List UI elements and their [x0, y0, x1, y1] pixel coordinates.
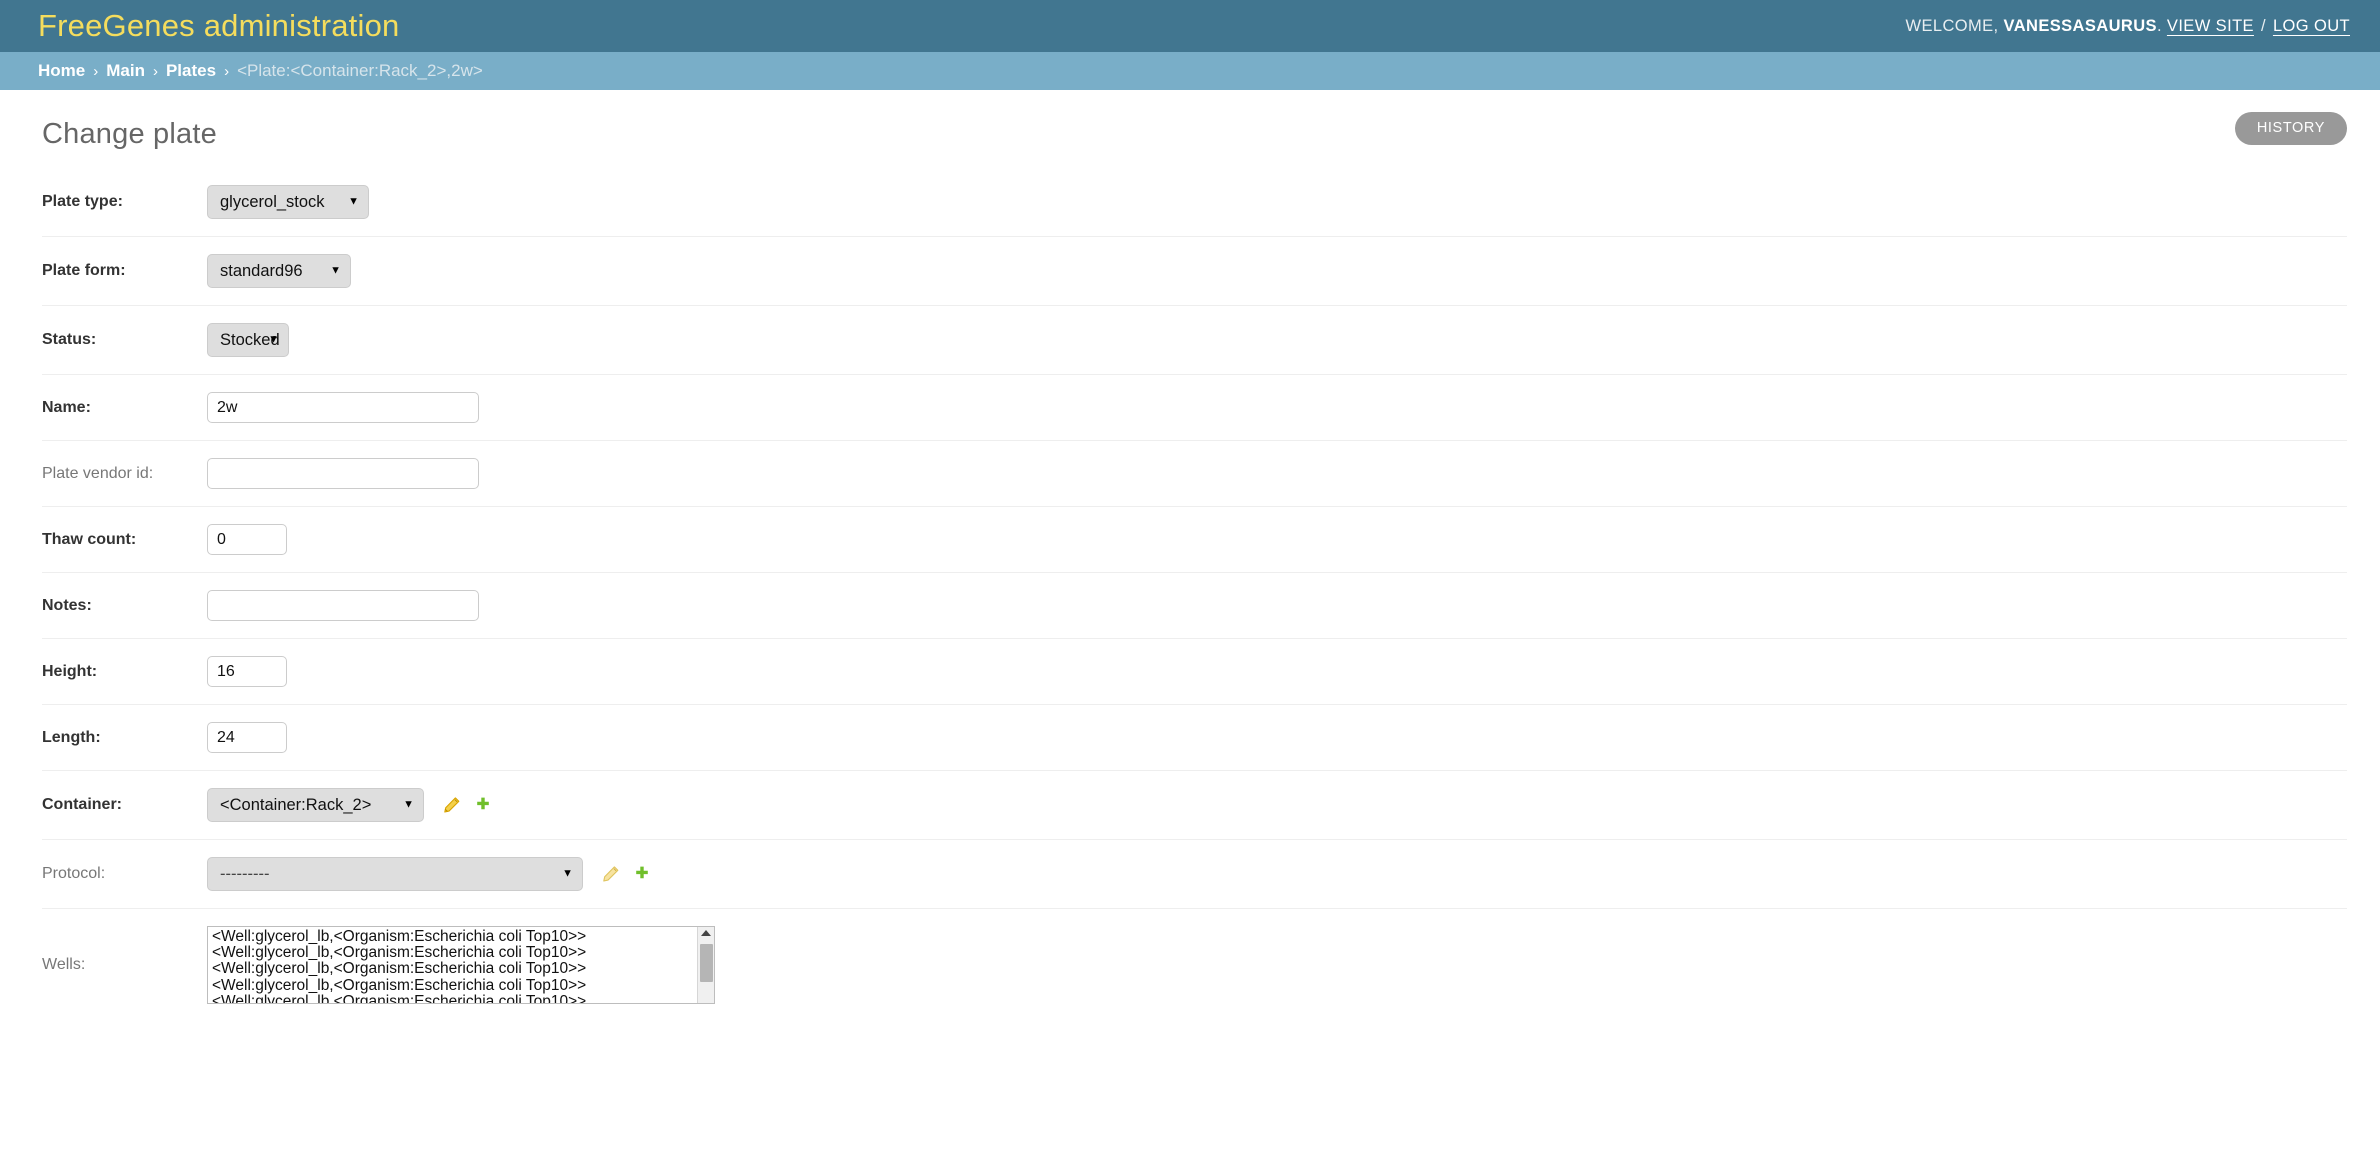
label-plate-type: Plate type: [42, 193, 123, 210]
form-row-wells: Wells: <Well:glycerol_lb,<Organism:Esche… [42, 909, 2347, 1021]
plus-add-icon[interactable] [632, 865, 651, 884]
change-plate-form: Plate type: glycerol_stock ▼ Plate form:… [0, 168, 2380, 1021]
username-label: VANESSASAURUS [2003, 16, 2157, 35]
breadcrumb: Home › Main › Plates › <Plate:<Container… [0, 52, 2380, 90]
label-protocol: Protocol: [42, 865, 106, 882]
label-notes: Notes: [42, 596, 92, 614]
list-item[interactable]: <Well:glycerol_lb,<Organism:Escherichia … [212, 928, 697, 945]
page-title: Change plate [42, 118, 217, 150]
breadcrumb-plates[interactable]: Plates [166, 61, 216, 81]
field-thaw-count [207, 524, 2347, 555]
breadcrumb-current: <Plate:<Container:Rack_2>,2w> [237, 61, 483, 80]
form-row-thaw-count: Thaw count: [42, 507, 2347, 573]
form-row-container: Container: <Container:Rack_2> ▼ [42, 771, 2347, 840]
status-select[interactable]: Stocked ▼ [207, 323, 289, 357]
pencil-edit-icon[interactable] [601, 865, 620, 884]
plate-type-value: glycerol_stock [220, 192, 325, 211]
breadcrumb-home[interactable]: Home [38, 61, 85, 81]
welcome-period: . [2156, 16, 2162, 35]
field-protocol: --------- ▼ [207, 857, 2347, 891]
field-notes [207, 590, 2347, 621]
scrollbar-thumb[interactable] [700, 944, 713, 982]
name-input[interactable] [207, 392, 479, 423]
length-input[interactable] [207, 722, 287, 753]
container-related-widget [442, 796, 492, 815]
breadcrumb-main[interactable]: Main [106, 61, 145, 81]
site-title: FreeGenes administration [38, 8, 400, 43]
plus-add-icon[interactable] [473, 796, 492, 815]
plate-form-value: standard96 [220, 261, 303, 280]
plate-form-select[interactable]: standard96 ▼ [207, 254, 351, 288]
chevron-down-icon: ▼ [268, 333, 279, 346]
plate-type-select[interactable]: glycerol_stock ▼ [207, 185, 369, 219]
protocol-value: --------- [220, 864, 270, 883]
pencil-edit-icon[interactable] [442, 796, 461, 815]
chevron-down-icon: ▼ [330, 264, 341, 277]
thaw-count-input[interactable] [207, 524, 287, 555]
form-row-plate-form: Plate form: standard96 ▼ [42, 237, 2347, 306]
form-row-plate-vendor-id: Plate vendor id: [42, 441, 2347, 507]
field-plate-type: glycerol_stock ▼ [207, 185, 2347, 219]
label-plate-vendor-id: Plate vendor id: [42, 464, 154, 482]
list-item[interactable]: <Well:glycerol_lb,<Organism:Escherichia … [212, 977, 697, 994]
form-row-length: Length: [42, 705, 2347, 771]
branding-bar: FreeGenes administration WELCOME, VANESS… [0, 0, 2380, 52]
container-value: <Container:Rack_2> [220, 795, 372, 814]
protocol-related-widget [601, 865, 651, 884]
plate-vendor-id-input[interactable] [207, 458, 479, 489]
breadcrumb-separator: › [224, 62, 230, 80]
label-container: Container: [42, 796, 122, 813]
label-thaw-count: Thaw count: [42, 530, 137, 548]
welcome-text: WELCOME, [1905, 16, 1999, 35]
label-plate-form: Plate form: [42, 262, 126, 279]
form-row-protocol: Protocol: --------- ▼ [42, 840, 2347, 909]
container-select[interactable]: <Container:Rack_2> ▼ [207, 788, 424, 822]
list-item[interactable]: <Well:glycerol_lb,<Organism:Escherichia … [212, 993, 697, 1003]
user-tools: WELCOME, VANESSASAURUS. VIEW SITE / LOG OU… [1906, 17, 2351, 36]
field-wells: <Well:glycerol_lb,<Organism:Escherichia … [207, 926, 2347, 1004]
log-out-link[interactable]: LOG OUT [2273, 17, 2350, 36]
field-container: <Container:Rack_2> ▼ [207, 788, 2347, 822]
object-tools: HISTORY [2234, 112, 2347, 145]
list-item[interactable]: <Well:glycerol_lb,<Organism:Escherichia … [212, 961, 697, 977]
label-wells: Wells: [42, 956, 86, 973]
label-name: Name: [42, 398, 91, 416]
form-row-plate-type: Plate type: glycerol_stock ▼ [42, 168, 2347, 237]
list-item[interactable]: <Well:glycerol_lb,<Organism:Escherichia … [212, 945, 697, 961]
label-length: Length: [42, 728, 101, 746]
label-height: Height: [42, 662, 98, 680]
wells-option-list[interactable]: <Well:glycerol_lb,<Organism:Escherichia … [208, 927, 697, 1003]
form-row-notes: Notes: [42, 573, 2347, 639]
content-header: Change plate HISTORY [0, 90, 2380, 168]
field-status: Stocked ▼ [207, 323, 2347, 357]
form-row-status: Status: Stocked ▼ [42, 306, 2347, 375]
field-name [207, 392, 2347, 423]
form-row-name: Name: [42, 375, 2347, 441]
user-tools-separator: / [2260, 16, 2266, 35]
height-input[interactable] [207, 656, 287, 687]
form-row-height: Height: [42, 639, 2347, 705]
breadcrumb-separator: › [93, 62, 99, 80]
label-status: Status: [42, 331, 97, 348]
wells-scrollbar[interactable] [697, 927, 714, 1003]
field-plate-vendor-id [207, 458, 2347, 489]
view-site-link[interactable]: VIEW SITE [2167, 17, 2254, 36]
wells-multiselect[interactable]: <Well:glycerol_lb,<Organism:Escherichia … [207, 926, 715, 1004]
scroll-up-arrow-icon[interactable] [701, 930, 711, 936]
protocol-select[interactable]: --------- ▼ [207, 857, 583, 891]
chevron-down-icon: ▼ [403, 798, 414, 811]
breadcrumb-separator: › [152, 62, 158, 80]
field-plate-form: standard96 ▼ [207, 254, 2347, 288]
field-height [207, 656, 2347, 687]
notes-input[interactable] [207, 590, 479, 621]
history-button[interactable]: HISTORY [2234, 112, 2347, 145]
chevron-down-icon: ▼ [348, 195, 359, 208]
chevron-down-icon: ▼ [562, 867, 573, 880]
field-length [207, 722, 2347, 753]
